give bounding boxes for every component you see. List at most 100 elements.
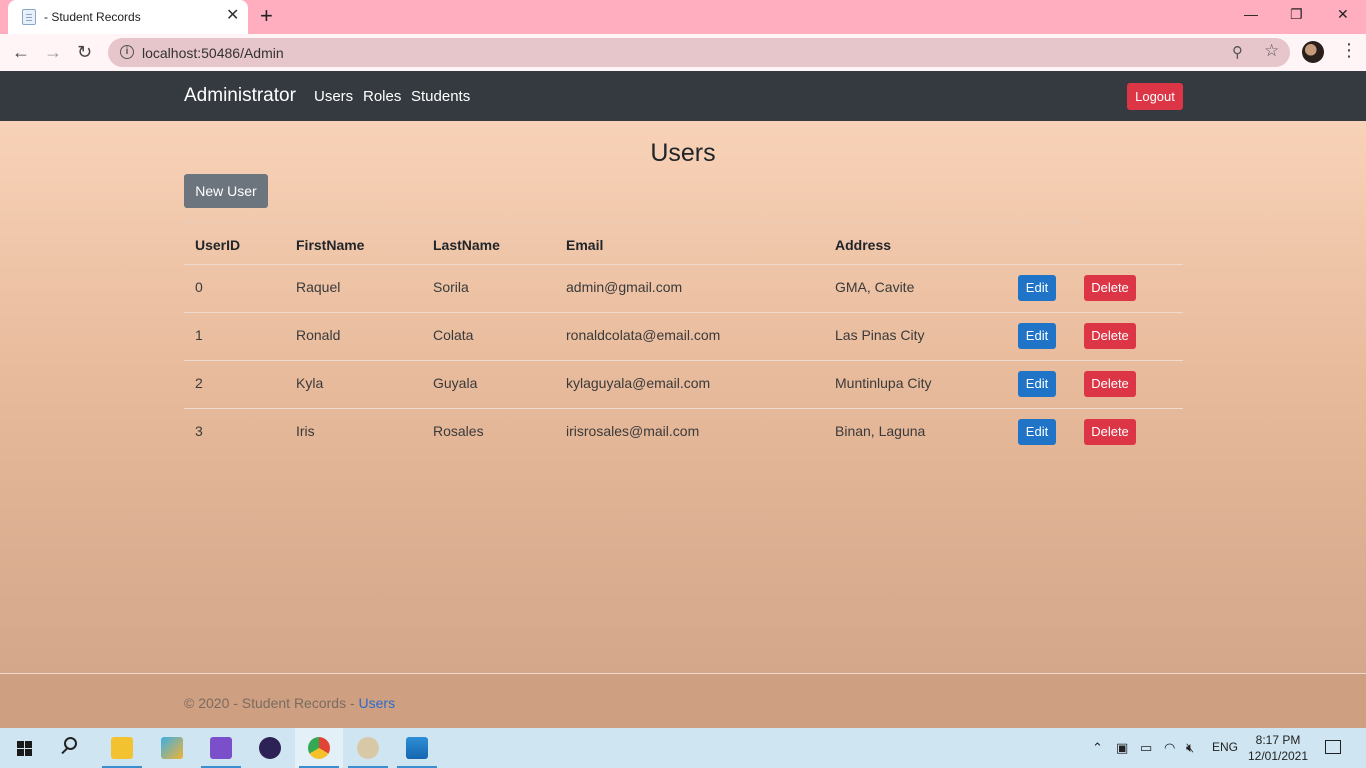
cell-email: admin@gmail.com xyxy=(566,279,683,295)
zoom-icon[interactable]: ⚲ xyxy=(1232,43,1243,61)
edit-button[interactable]: Edit xyxy=(1018,323,1056,349)
edit-button[interactable]: Edit xyxy=(1018,371,1056,397)
edit-button[interactable]: Edit xyxy=(1018,419,1056,445)
window-close-icon[interactable]: ✕ xyxy=(1337,6,1349,23)
system-clock[interactable]: 8:17 PM 12/01/2021 xyxy=(1246,732,1310,764)
footer-users-link[interactable]: Users xyxy=(359,695,396,711)
footer-copyright: © 2020 - Student Records - xyxy=(184,695,359,711)
notification-center-icon[interactable] xyxy=(1325,740,1341,754)
new-user-button[interactable]: New User xyxy=(184,174,268,208)
column-header-firstname: FirstName xyxy=(296,237,365,253)
nav-link-roles[interactable]: Roles xyxy=(363,88,401,105)
windows-logo-icon xyxy=(17,741,32,756)
table-row: 2 Kyla Guyala kylaguyala@email.com Munti… xyxy=(184,360,1183,408)
taskbar-photos[interactable] xyxy=(393,728,441,768)
page-title: Users xyxy=(650,139,716,167)
table-row: 0 Raquel Sorila admin@gmail.com GMA, Cav… xyxy=(184,264,1183,312)
browser-tab[interactable]: - Student Records ✕ xyxy=(8,0,248,34)
paint-icon xyxy=(357,737,379,759)
table-row: 1 Ronald Colata ronaldcolata@email.com L… xyxy=(184,312,1183,360)
taskbar-eclipse[interactable] xyxy=(246,728,294,768)
taskbar-file-explorer[interactable] xyxy=(98,728,146,768)
browser-menu-icon[interactable]: ⋮ xyxy=(1340,41,1358,59)
cell-lastname: Guyala xyxy=(433,375,478,391)
wifi-icon[interactable]: ◠ xyxy=(1164,740,1175,756)
tab-title: - Student Records xyxy=(44,10,141,24)
clock-date: 12/01/2021 xyxy=(1247,749,1309,763)
cell-firstname: Raquel xyxy=(296,279,341,295)
cell-email: irisrosales@mail.com xyxy=(566,423,700,439)
maximize-icon[interactable]: ❐ xyxy=(1290,6,1303,23)
battery-icon[interactable]: ▭ xyxy=(1140,740,1152,756)
meet-now-icon[interactable]: ▣ xyxy=(1116,740,1128,756)
cell-lastname: Sorila xyxy=(433,279,469,295)
profile-avatar[interactable] xyxy=(1302,41,1324,63)
cell-address: GMA, Cavite xyxy=(835,279,915,295)
cell-firstname: Kyla xyxy=(296,375,324,391)
edit-button[interactable]: Edit xyxy=(1018,275,1056,301)
taskbar-app-tool[interactable] xyxy=(148,728,196,768)
eclipse-icon xyxy=(259,737,281,759)
table-row: 3 Iris Rosales irisrosales@mail.com Bina… xyxy=(184,408,1183,456)
cell-firstname: Iris xyxy=(296,423,315,439)
visual-studio-icon xyxy=(210,737,232,759)
start-button[interactable] xyxy=(0,728,48,768)
taskbar-paint[interactable] xyxy=(344,728,392,768)
cell-lastname: Colata xyxy=(433,327,474,343)
main-content: Users New User UserID FirstName LastName… xyxy=(0,121,1366,673)
site-info-icon[interactable]: i xyxy=(120,45,134,59)
page-footer: © 2020 - Student Records - Users xyxy=(0,673,1366,728)
taskbar-chrome[interactable] xyxy=(295,728,343,768)
delete-button[interactable]: Delete xyxy=(1084,371,1136,397)
cell-userid: 3 xyxy=(195,423,203,439)
delete-button[interactable]: Delete xyxy=(1084,419,1136,445)
chrome-icon xyxy=(308,737,330,759)
page-favicon-icon xyxy=(22,9,36,25)
taskbar: ⌃ ▣ ▭ ◠ 🔇︎ ENG 8:17 PM 12/01/2021 xyxy=(0,728,1366,768)
delete-button[interactable]: Delete xyxy=(1084,323,1136,349)
taskbar-search-button[interactable] xyxy=(48,728,96,768)
taskbar-visual-studio[interactable] xyxy=(197,728,245,768)
navbar-brand[interactable]: Administrator xyxy=(184,85,296,107)
address-bar[interactable]: i localhost:50486/Admin ⚲ ☆ xyxy=(108,38,1290,67)
cell-email: ronaldcolata@email.com xyxy=(566,327,721,343)
forward-arrow-icon[interactable]: → xyxy=(44,42,62,62)
cell-address: Binan, Laguna xyxy=(835,423,926,439)
table-divider xyxy=(184,222,1080,223)
url-text[interactable]: localhost:50486/Admin xyxy=(142,45,284,61)
clock-time: 8:17 PM xyxy=(1255,733,1301,747)
back-arrow-icon[interactable]: ← xyxy=(12,42,30,62)
footer-text: © 2020 - Student Records - Users xyxy=(184,695,395,711)
new-tab-icon[interactable]: + xyxy=(260,5,273,27)
language-indicator[interactable]: ENG xyxy=(1212,740,1238,754)
nav-link-students[interactable]: Students xyxy=(411,88,470,105)
row-divider xyxy=(184,408,1183,409)
file-explorer-icon xyxy=(111,737,133,759)
search-icon xyxy=(64,737,77,750)
photos-icon xyxy=(406,737,428,759)
column-header-lastname: LastName xyxy=(433,237,500,253)
cell-userid: 0 xyxy=(195,279,203,295)
logout-button[interactable]: Logout xyxy=(1127,83,1183,110)
minimize-icon[interactable]: — xyxy=(1244,6,1258,22)
nav-link-users[interactable]: Users xyxy=(314,88,353,105)
show-hidden-icons-icon[interactable]: ⌃ xyxy=(1092,740,1103,756)
bookmark-star-icon[interactable]: ☆ xyxy=(1264,41,1279,61)
column-header-userid: UserID xyxy=(195,237,241,253)
cell-userid: 1 xyxy=(195,327,203,343)
row-divider xyxy=(184,360,1183,361)
cell-firstname: Ronald xyxy=(296,327,341,343)
cell-lastname: Rosales xyxy=(433,423,484,439)
tab-close-icon[interactable]: ✕ xyxy=(226,7,239,25)
reload-icon[interactable]: ↻ xyxy=(77,42,92,62)
browser-tab-strip: - Student Records ✕ + — ❐ ✕ xyxy=(0,0,1366,34)
cell-email: kylaguyala@email.com xyxy=(566,375,711,391)
volume-muted-icon[interactable]: 🔇︎ xyxy=(1186,740,1194,756)
browser-toolbar: ← → ↻ i localhost:50486/Admin ⚲ ☆ ⋮ xyxy=(0,34,1366,71)
cell-address: Las Pinas City xyxy=(835,327,925,343)
delete-button[interactable]: Delete xyxy=(1084,275,1136,301)
column-header-address: Address xyxy=(835,237,892,253)
row-divider xyxy=(184,264,1183,265)
site-navbar: Administrator Users Roles Students Logou… xyxy=(0,71,1366,121)
column-header-email: Email xyxy=(566,237,604,253)
